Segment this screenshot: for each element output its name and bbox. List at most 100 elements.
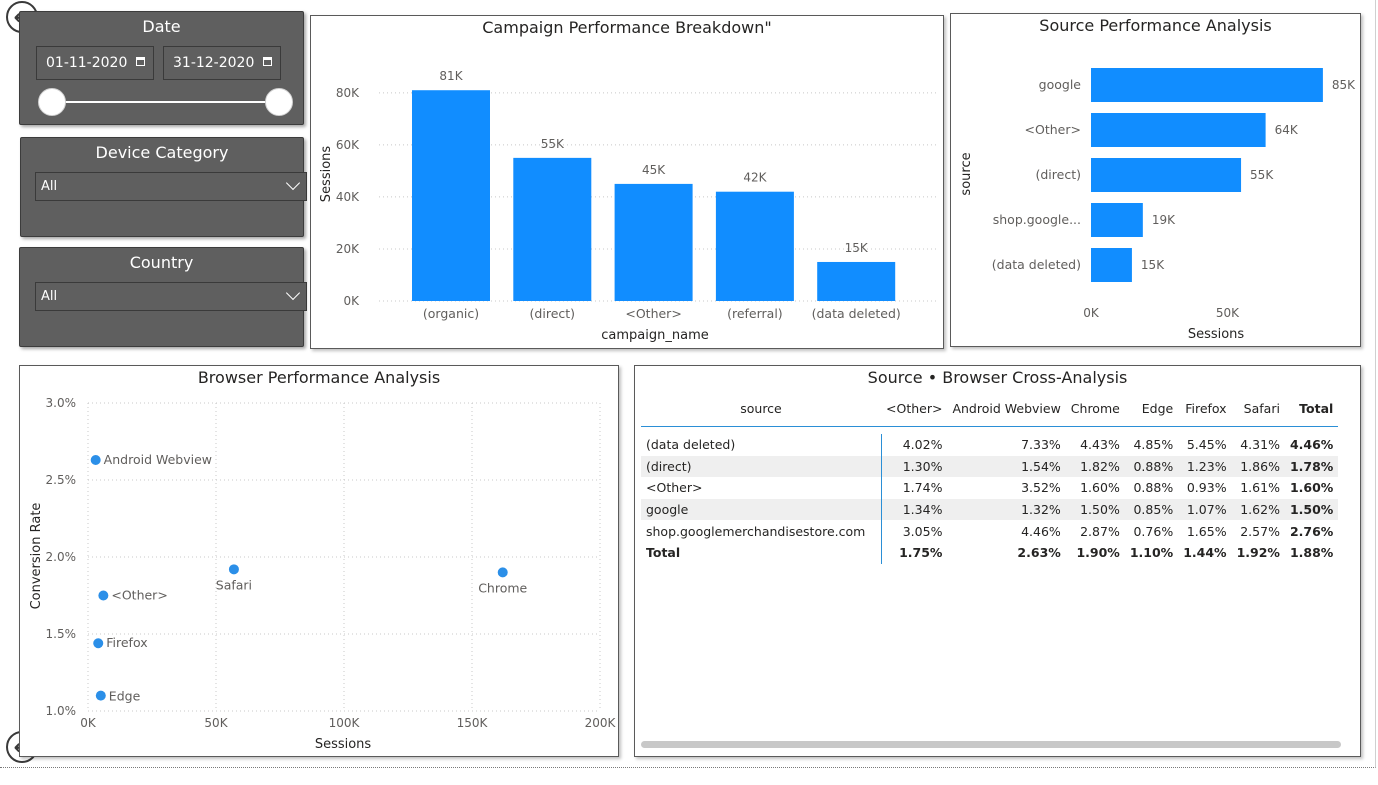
table-row[interactable]: (data deleted) 4.02% 7.33% 4.43% 4.85% 5.45% 4…	[641, 434, 1338, 456]
bar	[715, 191, 794, 301]
value-cell: 1.54%	[947, 455, 1066, 478]
column-header[interactable]: Safari	[1231, 392, 1285, 427]
column-header[interactable]: source	[641, 392, 881, 427]
y-tick-label: (data deleted)	[992, 257, 1081, 272]
x-tick-label: 100K	[329, 716, 361, 730]
row-source-cell: (data deleted)	[641, 434, 882, 456]
y-tick-label: 60K	[336, 138, 360, 152]
x-tick-label: 0K	[1083, 306, 1100, 320]
table-row[interactable]: shop.googlemerchandisestore.com 3.05% 4.46…	[641, 520, 1338, 542]
country-dropdown[interactable]: All	[35, 282, 307, 311]
bar-data-label: 19K	[1152, 213, 1176, 227]
x-tick-label: (referral)	[727, 306, 783, 321]
value-cell: 1.62%	[1231, 498, 1285, 521]
value-cell: 1.23%	[1178, 455, 1232, 478]
y-tick-label: 80K	[336, 86, 360, 100]
value-cell: 1.30%	[881, 455, 948, 478]
total-cell: 1.10%	[1129, 545, 1174, 561]
bar	[817, 261, 896, 301]
table-row[interactable]: (direct) 1.30% 1.54% 1.82% 0.88% 1.23% 1.86% 1.…	[641, 455, 1339, 478]
start-date-input[interactable]: 01-11-2020	[36, 46, 154, 80]
y-tick-label: 40K	[336, 190, 360, 204]
value-cell: 4.85%	[1133, 437, 1174, 453]
column-header[interactable]: Chrome	[1065, 392, 1125, 427]
x-tick-label: (data deleted)	[812, 306, 901, 321]
calendar-icon[interactable]	[136, 57, 145, 66]
date-range-track[interactable]	[52, 101, 280, 103]
bar-data-label: 45K	[642, 163, 666, 177]
table-row[interactable]: <Other> 1.74% 3.52% 1.60% 0.88% 0.93% 1.61% 1.6…	[641, 477, 1338, 499]
country-value: All	[41, 289, 58, 304]
value-cell: 3.52%	[1021, 480, 1061, 496]
value-cell: 0.93%	[1186, 480, 1227, 496]
total-cell: 1.90%	[1076, 545, 1120, 561]
bar	[1091, 68, 1323, 102]
x-tick-label: (organic)	[423, 306, 479, 321]
scatter-point	[93, 638, 104, 649]
value-cell: 0.88%	[1124, 455, 1179, 478]
bar-data-label: 55K	[541, 137, 565, 151]
date-range-start-handle[interactable]	[38, 88, 66, 116]
cross-analysis-panel[interactable]: Source • Browser Cross-Analysis source <O…	[634, 365, 1361, 757]
total-cell: 1.88%	[1289, 545, 1334, 561]
value-cell: 1.50%	[1284, 498, 1339, 521]
value-cell: 1.65%	[1186, 523, 1227, 539]
country-title: Country	[129, 253, 194, 272]
table-row[interactable]: google 1.34% 1.32% 1.50% 0.85% 1.07% 1.62% 1.50…	[641, 498, 1339, 521]
bar	[412, 90, 490, 301]
source-chart-panel[interactable]: Source Performance Analysis 85K google 64K…	[950, 13, 1361, 347]
chevron-down-icon[interactable]	[285, 285, 301, 301]
calendar-icon[interactable]	[263, 57, 272, 66]
browser-chart: 1.0% 1.5% 2.0% 2.5% 3.0% 0K 50K 100K 150K 200K And…	[29, 396, 617, 752]
campaign-chart: 0K 20K 40K 60K 80K 81K (organic) 55K (direct) 45K…	[319, 69, 937, 343]
y-tick-label: 1.0%	[46, 704, 77, 718]
value-cell: 4.43%	[1080, 437, 1120, 453]
bar-data-label: 15K	[1141, 258, 1165, 272]
row-source-cell: (direct)	[641, 455, 882, 478]
scatter-point	[228, 564, 239, 575]
end-date-input[interactable]: 31-12-2020	[163, 46, 281, 80]
table-total-row: Total 1.75% 2.63% 1.90% 1.10% 1.44% 1.92% 1.88%	[641, 541, 1338, 564]
column-header[interactable]: <Other>	[881, 392, 948, 427]
value-cell: 2.87%	[1080, 523, 1120, 539]
row-source-cell: shop.googlemerchandisestore.com	[641, 520, 882, 542]
total-cell: 1.75%	[899, 545, 943, 561]
table-spacer	[641, 426, 1338, 434]
y-tick-label: 3.0%	[46, 396, 77, 410]
column-header[interactable]: Firefox	[1178, 392, 1232, 427]
device-category-dropdown[interactable]: All	[35, 172, 307, 201]
value-cell: 5.45%	[1186, 437, 1227, 453]
value-cell: 1.34%	[881, 498, 948, 521]
scatter-point	[95, 690, 106, 701]
total-label: Total	[641, 541, 882, 564]
value-cell: 3.05%	[902, 523, 943, 539]
column-header[interactable]: Android Webview	[947, 392, 1066, 427]
column-header[interactable]: Total	[1284, 392, 1339, 427]
bar-data-label: 55K	[1250, 168, 1274, 182]
x-axis-title: campaign_name	[601, 328, 708, 343]
y-tick-label: 20K	[336, 242, 360, 256]
value-cell: 1.78%	[1284, 455, 1339, 478]
y-tick-label: shop.google...	[993, 212, 1081, 227]
x-tick-label: 50K	[204, 716, 228, 730]
value-cell: 1.74%	[902, 480, 943, 496]
y-tick-label: 1.5%	[46, 627, 77, 641]
value-cell: 0.85%	[1124, 498, 1179, 521]
value-cell: 1.07%	[1178, 498, 1232, 521]
date-slicer-title: Date	[142, 17, 181, 36]
date-range-end-handle[interactable]	[265, 88, 293, 116]
x-tick-label: 150K	[457, 716, 489, 730]
chevron-down-icon[interactable]	[285, 175, 301, 191]
y-tick-label: <Other>	[1025, 122, 1081, 137]
y-tick-label: (direct)	[1036, 167, 1082, 182]
campaign-chart-panel[interactable]: Campaign Performance Breakdown" 0K 20K 40K…	[310, 15, 944, 349]
scatter-point	[497, 567, 508, 578]
value-cell: 1.50%	[1065, 498, 1125, 521]
row-source-cell: <Other>	[641, 477, 882, 499]
horizontal-scrollbar[interactable]	[641, 741, 1341, 748]
column-header[interactable]: Edge	[1124, 392, 1179, 427]
point-label: Android Webview	[104, 452, 212, 467]
bar	[1091, 113, 1266, 147]
browser-chart-panel[interactable]: Browser Performance Analysis 1.0% 1.5% 2.0…	[19, 365, 619, 757]
value-cell: 1.82%	[1065, 455, 1125, 478]
